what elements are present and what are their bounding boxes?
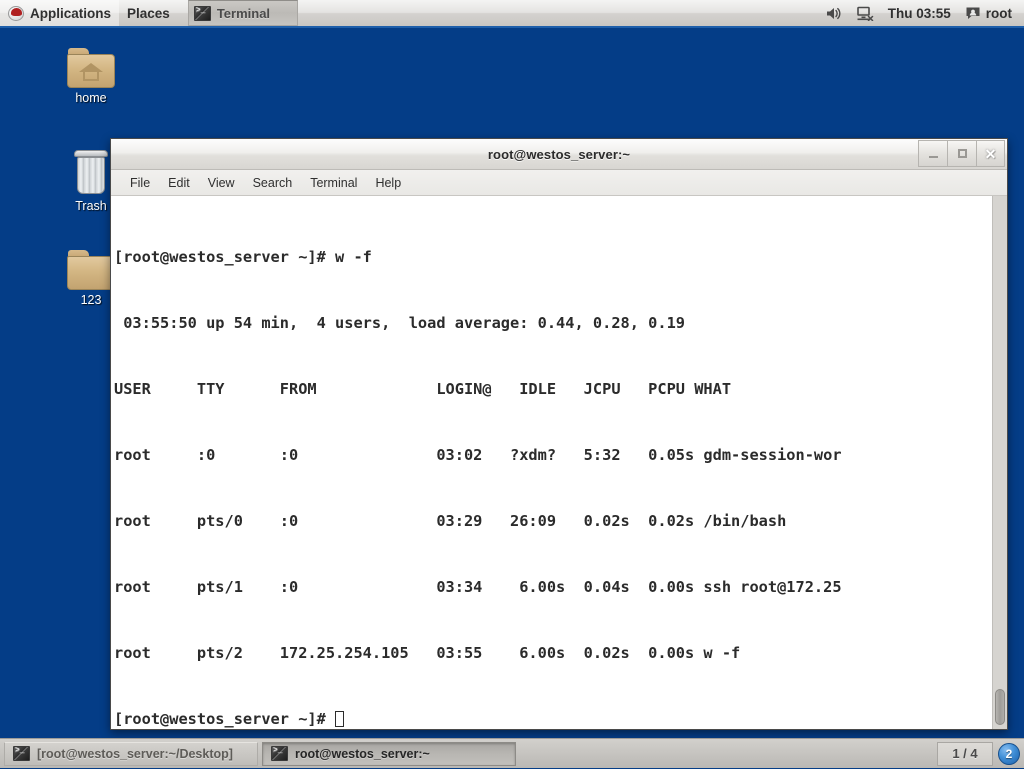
window-titlebar[interactable]: root@westos_server:~ ✕	[111, 139, 1007, 170]
network-disconnected-icon	[856, 6, 873, 21]
window-title: root@westos_server:~	[487, 146, 631, 162]
notification-badge[interactable]: 2	[998, 742, 1020, 765]
terminal-window[interactable]: root@westos_server:~ ✕ File Edit View Se…	[110, 138, 1008, 730]
workspace-label: 1 / 4	[952, 746, 978, 761]
trash-icon	[69, 150, 113, 196]
applications-menu-label: Applications	[30, 5, 112, 21]
terminal-icon	[193, 5, 211, 21]
system-tray: Thu 03:55 root	[819, 0, 1018, 27]
window-list-item-terminal[interactable]: Terminal	[187, 0, 298, 26]
redhat-logo-icon	[8, 5, 25, 22]
window-list: Terminal	[187, 0, 819, 27]
bottom-panel-right: 1 / 4 2	[937, 739, 1024, 769]
minimize-button[interactable]	[918, 140, 947, 167]
terminal-prompt: [root@westos_server ~]#	[114, 710, 336, 728]
terminal-icon	[13, 745, 30, 761]
taskbar-item-label: root@westos_server:~	[295, 746, 430, 761]
user-icon	[966, 7, 980, 19]
clock-label: Thu 03:55	[887, 5, 951, 21]
terminal-cursor	[335, 711, 345, 727]
user-menu[interactable]: root	[959, 0, 1018, 26]
terminal-line: [root@westos_server ~]# w -f	[114, 248, 372, 266]
terminal-line: root pts/0 :0 03:29 26:09 0.02s 0.02s /b…	[114, 512, 787, 530]
menu-view[interactable]: View	[199, 173, 244, 193]
top-panel: Applications Places Terminal T	[0, 0, 1024, 28]
terminal-line: 03:55:50 up 54 min, 4 users, load averag…	[114, 314, 685, 332]
terminal-line: root :0 :0 03:02 ?xdm? 5:32 0.05s gdm-se…	[114, 446, 842, 464]
home-folder-icon	[67, 48, 115, 88]
menu-search[interactable]: Search	[244, 173, 302, 193]
minimize-icon	[928, 156, 938, 158]
menu-file[interactable]: File	[121, 173, 159, 193]
folder-icon	[67, 250, 115, 290]
close-icon: ✕	[984, 145, 997, 162]
taskbar-item-root-terminal[interactable]: root@westos_server:~	[262, 741, 516, 766]
desktop-icon-home[interactable]: home	[48, 48, 134, 107]
notification-count: 2	[1005, 746, 1013, 761]
volume-icon	[826, 7, 841, 19]
window-list-item-label: Terminal	[216, 5, 271, 21]
workspace-switcher[interactable]: 1 / 4	[937, 741, 993, 766]
terminal-line: root pts/1 :0 03:34 6.00s 0.04s 0.00s ss…	[114, 578, 842, 596]
places-menu-label: Places	[127, 5, 170, 21]
maximize-button[interactable]	[947, 140, 976, 167]
taskbar-item-label: [root@westos_server:~/Desktop]	[37, 746, 233, 761]
network-button[interactable]	[850, 0, 880, 26]
volume-button[interactable]	[819, 0, 848, 26]
terminal-line: USER TTY FROM LOGIN@ IDLE JCPU PCPU WHAT	[114, 380, 732, 398]
bottom-panel: [root@westos_server:~/Desktop] root@west…	[0, 738, 1024, 768]
clock-button[interactable]: Thu 03:55	[882, 0, 957, 26]
close-button[interactable]: ✕	[976, 140, 1005, 167]
terminal-line: root pts/2 172.25.254.105 03:55 6.00s 0.…	[114, 644, 741, 662]
desktop-icon-label: 123	[80, 293, 102, 307]
maximize-icon	[957, 149, 967, 158]
applications-menu[interactable]: Applications	[0, 0, 120, 26]
taskbar: [root@westos_server:~/Desktop] root@west…	[0, 739, 937, 769]
user-label: root	[985, 5, 1012, 21]
terminal-scrollbar[interactable]	[992, 196, 1007, 729]
menu-terminal[interactable]: Terminal	[301, 173, 366, 193]
menu-edit[interactable]: Edit	[159, 173, 199, 193]
terminal-body: [root@westos_server ~]# w -f 03:55:50 up…	[111, 196, 1007, 729]
desktop-icon-label: home	[75, 91, 107, 105]
terminal-icon	[271, 745, 288, 761]
window-controls: ✕	[918, 140, 1005, 167]
menu-help[interactable]: Help	[366, 173, 410, 193]
taskbar-item-desktop-terminal[interactable]: [root@westos_server:~/Desktop]	[4, 741, 258, 766]
scrollbar-thumb[interactable]	[995, 689, 1005, 725]
terminal-prompt-line: [root@westos_server ~]#	[114, 708, 992, 729]
places-menu[interactable]: Places	[119, 0, 178, 26]
desktop-icon-label: Trash	[75, 199, 107, 213]
terminal-output[interactable]: [root@westos_server ~]# w -f 03:55:50 up…	[111, 196, 992, 729]
menubar: File Edit View Search Terminal Help	[111, 170, 1007, 196]
